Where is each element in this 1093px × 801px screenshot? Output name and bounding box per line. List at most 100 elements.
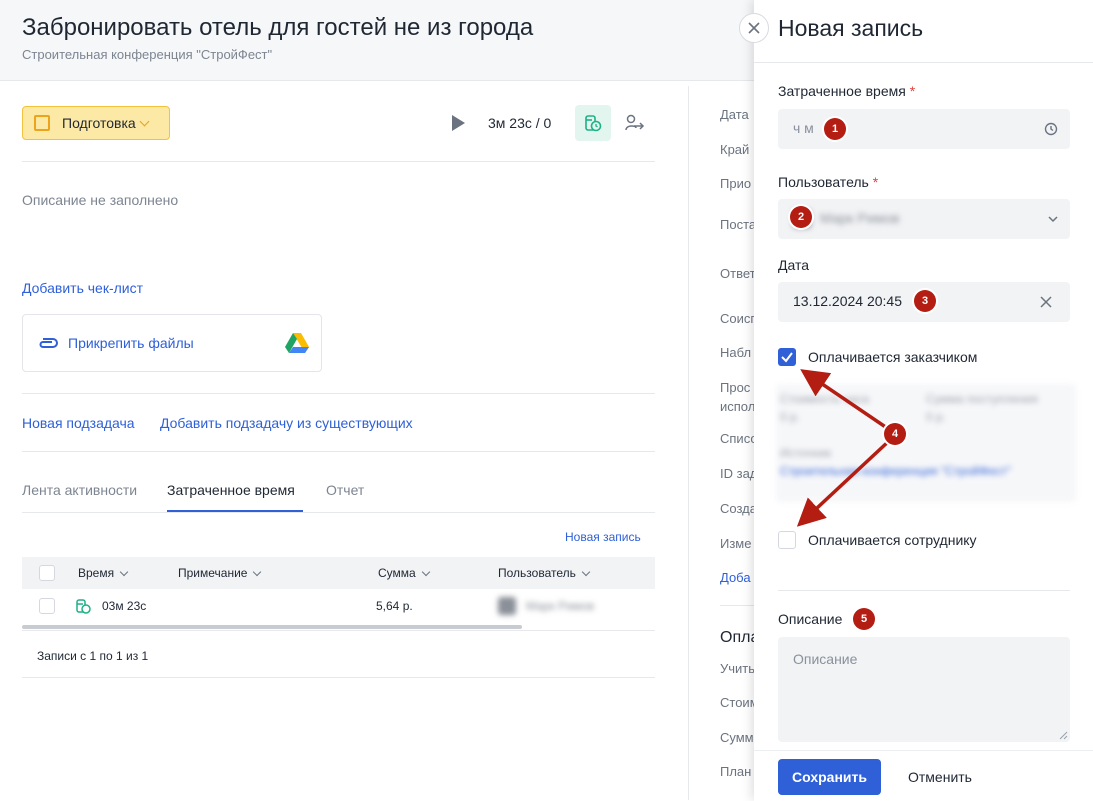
divider	[22, 451, 655, 452]
avatar	[498, 597, 516, 615]
google-drive-icon[interactable]	[285, 333, 309, 353]
annotation-badge: 4	[884, 423, 906, 445]
time-tracking-icon	[76, 599, 91, 614]
side-field-label: Прос	[720, 380, 751, 395]
tab-report[interactable]: Отчет	[326, 482, 364, 498]
project-subtitle[interactable]: Строительная конференция "СтройФест"	[22, 47, 272, 62]
column-note[interactable]: Примечание	[178, 566, 262, 580]
checkmark-icon	[781, 352, 793, 363]
income-value: 0 р.	[926, 410, 947, 424]
paperclip-icon	[39, 338, 58, 348]
side-field-label: Ответ	[720, 266, 756, 281]
side-field-label: Учить	[720, 661, 756, 676]
income-label: Сумма поступления	[926, 392, 1038, 406]
paid-by-customer-checkbox[interactable]	[778, 348, 796, 366]
description-textarea[interactable]: Описание	[778, 637, 1070, 742]
side-field-label: Стоим	[720, 695, 759, 710]
resize-handle-icon[interactable]	[1058, 730, 1068, 740]
divider	[22, 161, 655, 162]
column-user[interactable]: Пользователь	[498, 566, 591, 580]
divider	[22, 512, 655, 513]
divider	[22, 677, 655, 678]
annotation-badge: 2	[790, 206, 812, 228]
side-field-label: Поста	[720, 217, 757, 232]
description-empty[interactable]: Описание не заполнено	[22, 192, 178, 208]
description-label: Описание	[778, 611, 843, 627]
description-placeholder: Описание	[793, 651, 858, 667]
play-icon[interactable]	[452, 115, 465, 131]
annotation-badge: 3	[914, 290, 936, 312]
clock-icon	[1044, 122, 1058, 136]
paid-by-employee-checkbox[interactable]	[778, 531, 796, 549]
attach-files-card[interactable]: Прикрепить файлы	[22, 314, 322, 372]
page-title: Забронировать отель для гостей не из гор…	[22, 14, 534, 41]
chevron-down-icon	[581, 567, 591, 576]
new-subtask-link[interactable]: Новая подзадача	[22, 415, 135, 431]
select-all-checkbox[interactable]	[39, 565, 55, 581]
side-field-label: Край	[720, 142, 750, 157]
date-label: Дата	[778, 257, 810, 273]
finance-details-block: Стоимость часа 0 р. Сумма поступления 0 …	[776, 384, 1076, 502]
assign-icon[interactable]	[624, 113, 648, 135]
row-checkbox[interactable]	[39, 598, 55, 614]
time-tracking-button[interactable]	[575, 105, 611, 141]
clear-icon[interactable]	[1040, 296, 1052, 308]
tab-time-spent[interactable]: Затраченное время	[167, 482, 295, 498]
table-header: Время Примечание Сумма Пользователь	[22, 557, 655, 589]
annotation-badge: 5	[853, 608, 875, 630]
status-label: Подготовка	[62, 115, 136, 131]
close-button[interactable]	[739, 13, 769, 43]
column-sum[interactable]: Сумма	[378, 566, 430, 580]
chevron-down-icon	[139, 116, 150, 126]
side-field-label: Списо	[720, 431, 758, 446]
paid-by-customer-label[interactable]: Оплачивается заказчиком	[808, 349, 977, 365]
source-label: Источник	[780, 446, 832, 460]
user-label: Пользователь *	[778, 174, 879, 190]
date-value: 13.12.2024 20:45	[793, 293, 902, 309]
time-spent-input[interactable]: ч м	[778, 109, 1070, 149]
hourly-cost-value: 0 р.	[780, 410, 801, 424]
panel-separator	[688, 86, 689, 800]
annotation-badge: 1	[824, 118, 846, 140]
user-value: Марк Римов	[820, 210, 900, 226]
pagination-info: Записи с 1 по 1 из 1	[37, 649, 149, 663]
add-checklist-link[interactable]: Добавить чек-лист	[22, 280, 143, 296]
paid-by-employee-label[interactable]: Оплачивается сотруднику	[808, 532, 977, 548]
tab-activity[interactable]: Лента активности	[22, 482, 137, 498]
cancel-button[interactable]: Отменить	[896, 759, 984, 795]
divider	[778, 590, 1070, 591]
time-tracking-icon	[585, 115, 602, 132]
side-field-label: План	[720, 764, 752, 779]
new-record-link[interactable]: Новая запись	[565, 530, 641, 544]
timer-readout: 3м 23с / 0	[488, 115, 552, 131]
status-color-icon	[34, 115, 50, 131]
chevron-down-icon	[1048, 216, 1058, 223]
divider	[754, 62, 1093, 63]
side-field-label: Сумм	[720, 730, 754, 745]
table-row[interactable]: 03м 23с 5,64 р. Марк Римов	[22, 589, 655, 625]
chevron-down-icon	[253, 567, 262, 576]
row-user: Марк Римов	[526, 599, 595, 613]
status-dropdown[interactable]: Подготовка	[22, 106, 170, 140]
hourly-cost-label: Стоимость часа	[780, 392, 870, 406]
drawer-title: Новая запись	[778, 15, 924, 41]
horizontal-scrollbar[interactable]	[22, 625, 522, 629]
side-field-label: Набл	[720, 345, 752, 360]
user-select[interactable]: Марк Римов	[778, 199, 1070, 239]
side-field-label: Изме	[720, 536, 752, 551]
divider	[22, 630, 655, 631]
time-spent-placeholder: ч м	[793, 120, 814, 136]
attach-files-label: Прикрепить файлы	[68, 335, 194, 351]
chevron-down-icon	[119, 567, 129, 576]
side-field-label: испол	[720, 399, 756, 414]
side-add-link[interactable]: Доба	[720, 570, 751, 585]
side-field-label: Созда	[720, 501, 757, 516]
add-existing-subtask-link[interactable]: Добавить подзадачу из существующих	[160, 415, 413, 431]
save-button[interactable]: Сохранить	[778, 759, 881, 795]
column-time[interactable]: Время	[78, 566, 129, 580]
side-field-label: ID зад	[720, 466, 758, 481]
row-time: 03м 23с	[102, 599, 147, 613]
divider	[22, 393, 655, 394]
chevron-down-icon	[421, 567, 430, 576]
time-spent-label: Затраченное время *	[778, 83, 916, 99]
